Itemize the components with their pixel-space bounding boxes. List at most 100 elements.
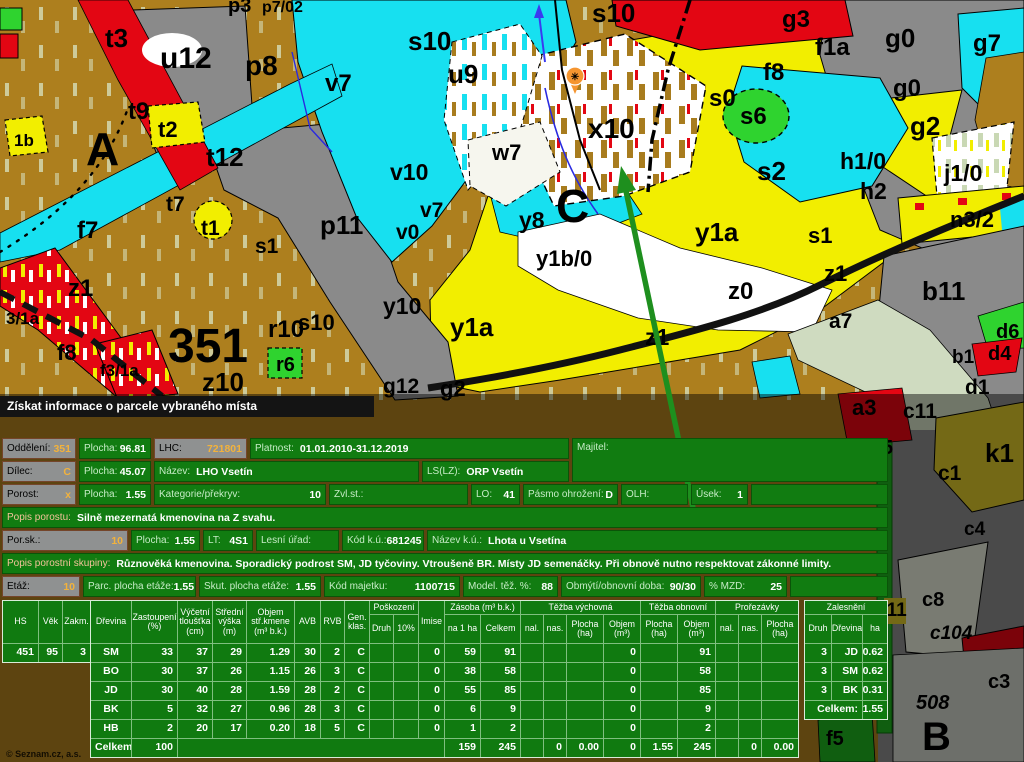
field-value: 1.55 xyxy=(174,581,194,593)
cell xyxy=(544,663,566,681)
map-label: f3/1a xyxy=(100,361,139,380)
field-value: 4S1 xyxy=(229,535,248,547)
field-popis-porostni-skupiny: Popis porostní skupiny: Různověká kmenovi… xyxy=(2,553,888,574)
col-subheader: nas. xyxy=(739,615,761,643)
cell xyxy=(567,701,603,719)
cell: 1.29 xyxy=(247,644,294,662)
field-kod-ku: Kód k.ú.:681245 xyxy=(342,530,424,551)
cell xyxy=(521,701,543,719)
col-subheader: Druh xyxy=(805,615,831,643)
cell: 91 xyxy=(678,644,715,662)
field-label: Platnost: xyxy=(255,443,294,454)
field-label: Oddělení: xyxy=(7,443,50,454)
field-spacer-2 xyxy=(790,576,888,597)
map-label: A xyxy=(86,123,119,175)
field-lesni-urad: Lesní úřad: xyxy=(256,530,339,551)
cell: 2 xyxy=(678,720,715,738)
cell xyxy=(641,682,677,700)
cell: 28 xyxy=(295,701,320,719)
cell: 29 xyxy=(213,644,246,662)
field-label: LHC: xyxy=(159,443,182,454)
cell: HB xyxy=(91,720,131,738)
field-label: LT: xyxy=(208,535,221,546)
cell: BK xyxy=(91,701,131,719)
col-subheader: Objem (m³) xyxy=(604,615,640,643)
map-label: 351 xyxy=(168,320,248,373)
field-label: Kód k.ú.: xyxy=(347,535,386,546)
field-label: Popis porostní skupiny: xyxy=(7,558,110,569)
cell xyxy=(544,644,566,662)
panel-row: Por.sk.:10Plocha:1.55LT:4S1Lesní úřad:Kó… xyxy=(2,530,888,551)
map-label: d4 xyxy=(988,343,1012,365)
cell xyxy=(544,720,566,738)
field-parc-plocha-etaze: Parc. plocha etáže:1.55 xyxy=(83,576,196,597)
cell: 30 xyxy=(132,682,177,700)
total-cell: 0 xyxy=(604,739,640,757)
col-subheader: Dřevina xyxy=(832,615,862,643)
total-cell: 159 xyxy=(445,739,480,757)
map-label: t2 xyxy=(158,117,178,142)
field-label: Pásmo ohrožení: xyxy=(528,489,604,500)
cell: 28 xyxy=(295,682,320,700)
map-label: r6 xyxy=(276,354,295,376)
cell: 26 xyxy=(213,663,246,681)
cell: 30 xyxy=(132,663,177,681)
map-label: w7 xyxy=(491,140,521,165)
field-zvl-st: Zvl.st.: xyxy=(329,484,468,505)
cell: 2 xyxy=(481,720,520,738)
field-nazev: Název:LHO Vsetín xyxy=(154,461,419,482)
total-cell: 245 xyxy=(481,739,520,757)
cell xyxy=(716,701,738,719)
map-label: g0 xyxy=(885,23,915,53)
col-group-header: Zásoba (m³ b.k.) xyxy=(445,601,520,614)
cell: 0.31 xyxy=(863,682,887,700)
col-subheader: nas. xyxy=(544,615,566,643)
cell: 9 xyxy=(481,701,520,719)
map-label: y10 xyxy=(383,293,421,319)
cell xyxy=(370,701,393,719)
cell: 3 xyxy=(805,663,831,681)
field-value: Různověká kmenovina. Sporadický podrost … xyxy=(116,558,831,570)
cell: SM xyxy=(832,663,862,681)
field-label: Dílec: xyxy=(7,466,33,477)
field-value: 90/30 xyxy=(670,581,696,593)
stand-table-left-block: HSVěkZakm.451953 xyxy=(2,600,91,663)
total-cell: 0.00 xyxy=(762,739,798,757)
col-header: AVB xyxy=(295,601,320,643)
field-label: Zvl.st.: xyxy=(334,489,363,500)
cell xyxy=(739,720,761,738)
map-label: z1 xyxy=(824,261,847,286)
map-label: p7/02 xyxy=(262,0,303,16)
panel-row: Popis porostní skupiny: Různověká kmenovi… xyxy=(2,553,888,574)
cell xyxy=(567,644,603,662)
field-usek: Úsek:1 xyxy=(691,484,748,505)
cell xyxy=(394,720,418,738)
map-label: y1b/0 xyxy=(536,246,592,271)
cell: 3 xyxy=(63,644,90,662)
cell xyxy=(370,663,393,681)
map-label: s1 xyxy=(255,235,279,258)
total-cell: Celkem: xyxy=(91,739,131,757)
cell: 2 xyxy=(321,644,344,662)
map-label: f7 xyxy=(77,217,98,244)
field-kategorie-prekryv: Kategorie/překryv:10 xyxy=(154,484,326,505)
cell: C xyxy=(345,701,369,719)
map-label: u12 xyxy=(160,42,212,75)
panel-row: Popis porostu:Silně mezernatá kmenovina … xyxy=(2,507,888,528)
field-obmyti: Obmýtí/obnovní doba:90/30 xyxy=(561,576,701,597)
cell: 0 xyxy=(604,644,640,662)
cell: 0 xyxy=(419,682,444,700)
cell: 0 xyxy=(419,720,444,738)
map-label: n3/2 xyxy=(950,207,994,232)
cell: 1.59 xyxy=(247,682,294,700)
map-label: t9 xyxy=(128,98,149,125)
col-group-header: Prořezávky xyxy=(716,601,798,614)
field-olh: OLH: xyxy=(621,484,688,505)
cell xyxy=(762,720,798,738)
cell: 30 xyxy=(295,644,320,662)
total-cell xyxy=(521,739,543,757)
cell: 5 xyxy=(321,720,344,738)
cell: 0.62 xyxy=(863,663,887,681)
field-label: % MZD: xyxy=(709,581,745,592)
cell: 0 xyxy=(419,701,444,719)
